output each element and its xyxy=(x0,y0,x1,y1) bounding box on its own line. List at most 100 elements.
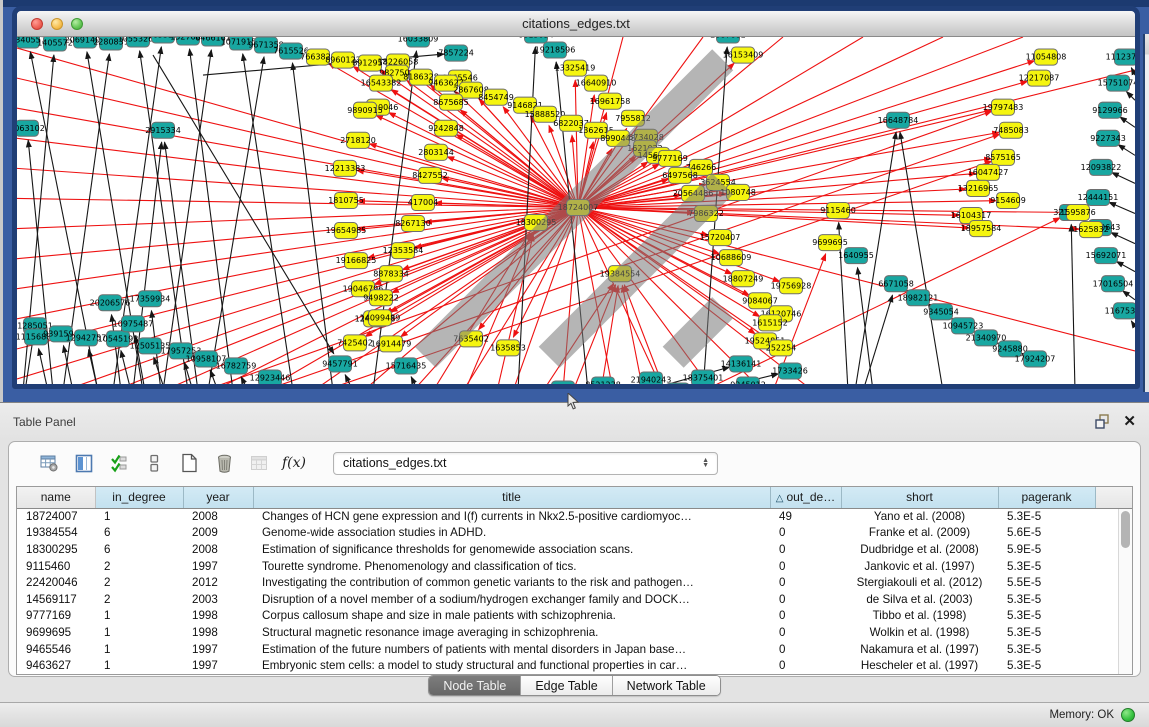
sort-ascending-icon: △ xyxy=(776,493,784,504)
table-tabs-row: Node TableEdge TableNetwork Table xyxy=(0,675,1149,696)
table-cell: Changes of HCN gene expression and I(f) … xyxy=(253,508,770,525)
table-cell: 6 xyxy=(95,525,183,542)
column-header-short[interactable]: short xyxy=(841,487,998,508)
table-cell: 1 xyxy=(95,657,183,674)
close-window-button[interactable] xyxy=(31,18,43,30)
table-row[interactable]: 946362711997Embryonic stem cells: a mode… xyxy=(17,657,1132,674)
table-cell: 2008 xyxy=(183,508,253,525)
select-column-icon[interactable] xyxy=(74,454,94,473)
table-cell: 5.3E-5 xyxy=(998,608,1095,625)
table-disabled-icon xyxy=(249,454,269,473)
table-cell: 1997 xyxy=(183,657,253,674)
table-cell: 2009 xyxy=(183,525,253,542)
tab-edge-table[interactable]: Edge Table xyxy=(520,676,611,695)
node-table: name in_degree year title △out_de… short… xyxy=(16,486,1133,675)
table-cell: Yano et al. (2008) xyxy=(841,508,998,525)
minimize-window-button[interactable] xyxy=(51,18,63,30)
table-cell: 0 xyxy=(770,624,841,641)
table-cell: Tibbo et al. (1998) xyxy=(841,608,998,625)
memory-status-indicator[interactable] xyxy=(1121,708,1135,722)
table-header-row: name in_degree year title △out_de… short… xyxy=(17,487,1132,508)
table-cell: 9465546 xyxy=(17,641,95,658)
table-cell: 0 xyxy=(770,591,841,608)
table-row[interactable]: 969969511998Structural magnetic resonanc… xyxy=(17,624,1132,641)
table-cell: 22420046 xyxy=(17,574,95,591)
table-cell: Estimation of the future numbers of pati… xyxy=(253,641,770,658)
float-panel-icon[interactable] xyxy=(1095,414,1110,429)
column-header-year[interactable]: year xyxy=(183,487,253,508)
table-row[interactable]: 911546021997Tourette syndrome. Phenomeno… xyxy=(17,558,1132,575)
status-bar: Memory: OK xyxy=(0,702,1149,727)
table-row[interactable]: 977716911998Corpus callosum shape and si… xyxy=(17,608,1132,625)
table-row[interactable]: 2242004622012Investigating the contribut… xyxy=(17,574,1132,591)
mouse-cursor xyxy=(567,393,580,410)
table-cell: Corpus callosum shape and size in male p… xyxy=(253,608,770,625)
column-header-title[interactable]: title xyxy=(253,487,770,508)
table-cell: 1 xyxy=(95,641,183,658)
table-cell: 5.5E-5 xyxy=(998,574,1095,591)
network-canvas[interactable]: 1872400718300295193845541340557140557220… xyxy=(17,37,1135,384)
table-cell: 19384554 xyxy=(17,525,95,542)
table-panel: Table Panel ✕ xyxy=(0,402,1149,727)
table-cell: Estimation of significance thresholds fo… xyxy=(253,541,770,558)
table-cell: 9115460 xyxy=(17,558,95,575)
graph-node[interactable] xyxy=(667,383,690,384)
network-window-titlebar[interactable]: citations_edges.txt xyxy=(17,11,1135,37)
table-cell: 2012 xyxy=(183,574,253,591)
table-toolbar: f(x) citations_edges.txt ▲▼ xyxy=(9,442,1140,484)
zoom-window-button[interactable] xyxy=(71,18,83,30)
table-row[interactable]: 1872400712008Changes of HCN gene express… xyxy=(17,508,1132,525)
table-row[interactable]: 1938455462009Genome-wide association stu… xyxy=(17,525,1132,542)
table-cell: 2 xyxy=(95,591,183,608)
table-cell: 0 xyxy=(770,608,841,625)
row-height-icon[interactable] xyxy=(144,454,164,473)
table-scrollbar[interactable] xyxy=(1118,509,1132,674)
table-row[interactable]: 946554611997Estimation of the future num… xyxy=(17,641,1132,658)
dropdown-spinner-icon: ▲▼ xyxy=(702,458,711,468)
table-selector-value: citations_edges.txt xyxy=(343,456,447,470)
table-cell: Embryonic stem cells: a model to study s… xyxy=(253,657,770,674)
table-cell: 6 xyxy=(95,541,183,558)
import-checks-icon[interactable] xyxy=(109,454,129,473)
table-cell: 1998 xyxy=(183,608,253,625)
table-cell: 2 xyxy=(95,558,183,575)
table-cell: 5.6E-5 xyxy=(998,525,1095,542)
table-cell: de Silva et al. (2003) xyxy=(841,591,998,608)
table-row[interactable]: 1830029562008Estimation of significance … xyxy=(17,541,1132,558)
close-panel-icon[interactable]: ✕ xyxy=(1123,415,1136,429)
table-cell: 5.3E-5 xyxy=(998,641,1095,658)
function-builder-icon[interactable]: f(x) xyxy=(284,454,304,473)
table-cell: 1998 xyxy=(183,624,253,641)
table-cell: Genome-wide association studies in ADHD. xyxy=(253,525,770,542)
column-header-filler xyxy=(1095,487,1132,508)
table-cell: 2008 xyxy=(183,541,253,558)
column-header-name[interactable]: name xyxy=(17,487,95,508)
table-cell: 0 xyxy=(770,641,841,658)
table-cell: 9777169 xyxy=(17,608,95,625)
table-cell: 5.3E-5 xyxy=(998,558,1095,575)
table-cell: 0 xyxy=(770,657,841,674)
table-cell: Jankovic et al. (1997) xyxy=(841,558,998,575)
table-cell: Stergiakouli et al. (2012) xyxy=(841,574,998,591)
table-selector-dropdown[interactable]: citations_edges.txt ▲▼ xyxy=(333,452,718,475)
table-cell: Disruption of a novel member of a sodium… xyxy=(253,591,770,608)
column-header-in-degree[interactable]: in_degree xyxy=(95,487,183,508)
table-row[interactable]: 1456911722003Disruption of a novel membe… xyxy=(17,591,1132,608)
table-cell: Nakamura et al. (1997) xyxy=(841,641,998,658)
table-settings-icon[interactable] xyxy=(39,454,59,473)
delete-trash-icon[interactable] xyxy=(214,454,234,473)
tab-node-table[interactable]: Node Table xyxy=(429,676,520,695)
table-cell: 18300295 xyxy=(17,541,95,558)
column-header-pagerank[interactable]: pagerank xyxy=(998,487,1095,508)
table-scrollbar-thumb[interactable] xyxy=(1121,511,1130,548)
column-header-out-degree[interactable]: △out_de… xyxy=(770,487,841,508)
table-cell: Investigating the contribution of common… xyxy=(253,574,770,591)
table-cell: 5.3E-5 xyxy=(998,508,1095,525)
table-cell: 0 xyxy=(770,541,841,558)
new-document-icon[interactable] xyxy=(179,454,199,473)
resize-grip-icon[interactable] xyxy=(17,37,1133,382)
tab-network-table[interactable]: Network Table xyxy=(612,676,720,695)
table-cell: 18724007 xyxy=(17,508,95,525)
table-type-segmented-control: Node TableEdge TableNetwork Table xyxy=(428,675,720,696)
table-cell: 0 xyxy=(770,574,841,591)
